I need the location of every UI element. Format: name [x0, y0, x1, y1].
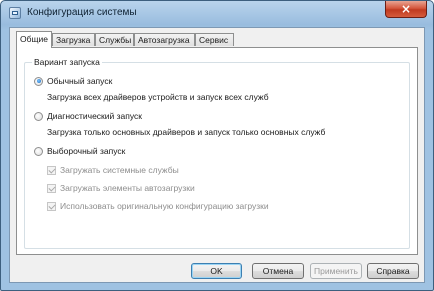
msconfig-app-icon: [9, 7, 21, 19]
dialog-client-area: Общие Загрузка Службы Автозагрузка Серви…: [9, 27, 425, 283]
window-title: Конфигурация системы: [27, 7, 137, 18]
checkbox-checked-icon: [47, 201, 56, 211]
normal-startup-label: Обычный запуск: [47, 76, 113, 86]
use-original-boot-config-label: Использовать оригинальную конфигурацию з…: [60, 201, 269, 211]
tab-startup[interactable]: Автозагрузка: [134, 33, 195, 46]
load-system-services-checkbox[interactable]: Загружать системные службы: [47, 165, 179, 175]
use-original-boot-config-checkbox[interactable]: Использовать оригинальную конфигурацию з…: [47, 201, 269, 211]
cancel-button[interactable]: Отмена: [252, 263, 304, 279]
normal-startup-description: Загрузка всех драйверов устройств и запу…: [47, 92, 269, 102]
help-button[interactable]: Справка: [367, 263, 419, 279]
selective-startup-label: Выборочный запуск: [47, 146, 126, 156]
tab-services[interactable]: Службы: [95, 33, 134, 46]
radio-selected-icon: [34, 76, 43, 86]
group-title: Вариант запуска: [32, 57, 102, 67]
diagnostic-startup-radio[interactable]: Диагностический запуск: [34, 111, 142, 121]
radio-unselected-icon: [34, 146, 43, 156]
tab-general[interactable]: Общие: [16, 31, 52, 48]
radio-unselected-icon: [34, 111, 43, 121]
load-startup-items-label: Загружать элементы автозагрузки: [60, 183, 195, 193]
startup-selection-group: Вариант запуска Обычный запуск Загрузка …: [24, 57, 410, 249]
load-system-services-label: Загружать системные службы: [60, 165, 179, 175]
load-startup-items-checkbox[interactable]: Загружать элементы автозагрузки: [47, 183, 195, 193]
ok-button[interactable]: OK: [191, 263, 242, 279]
diagnostic-startup-label: Диагностический запуск: [47, 111, 142, 121]
normal-startup-radio[interactable]: Обычный запуск: [34, 76, 112, 86]
selective-startup-radio[interactable]: Выборочный запуск: [34, 146, 125, 156]
title-bar[interactable]: Конфигурация системы ×: [1, 1, 433, 27]
close-icon: ×: [400, 2, 412, 16]
tab-boot[interactable]: Загрузка: [52, 33, 95, 46]
apply-button[interactable]: Применить: [310, 263, 362, 279]
system-config-window: Конфигурация системы × Общие Загрузка Сл…: [0, 0, 434, 291]
diagnostic-startup-description: Загрузка только основных драйверов и зап…: [47, 127, 326, 137]
tab-tools[interactable]: Сервис: [195, 33, 234, 46]
general-tab-panel: Вариант запуска Обычный запуск Загрузка …: [16, 47, 418, 255]
checkbox-checked-icon: [47, 183, 56, 193]
checkbox-checked-icon: [47, 165, 56, 175]
close-button[interactable]: ×: [385, 1, 427, 18]
